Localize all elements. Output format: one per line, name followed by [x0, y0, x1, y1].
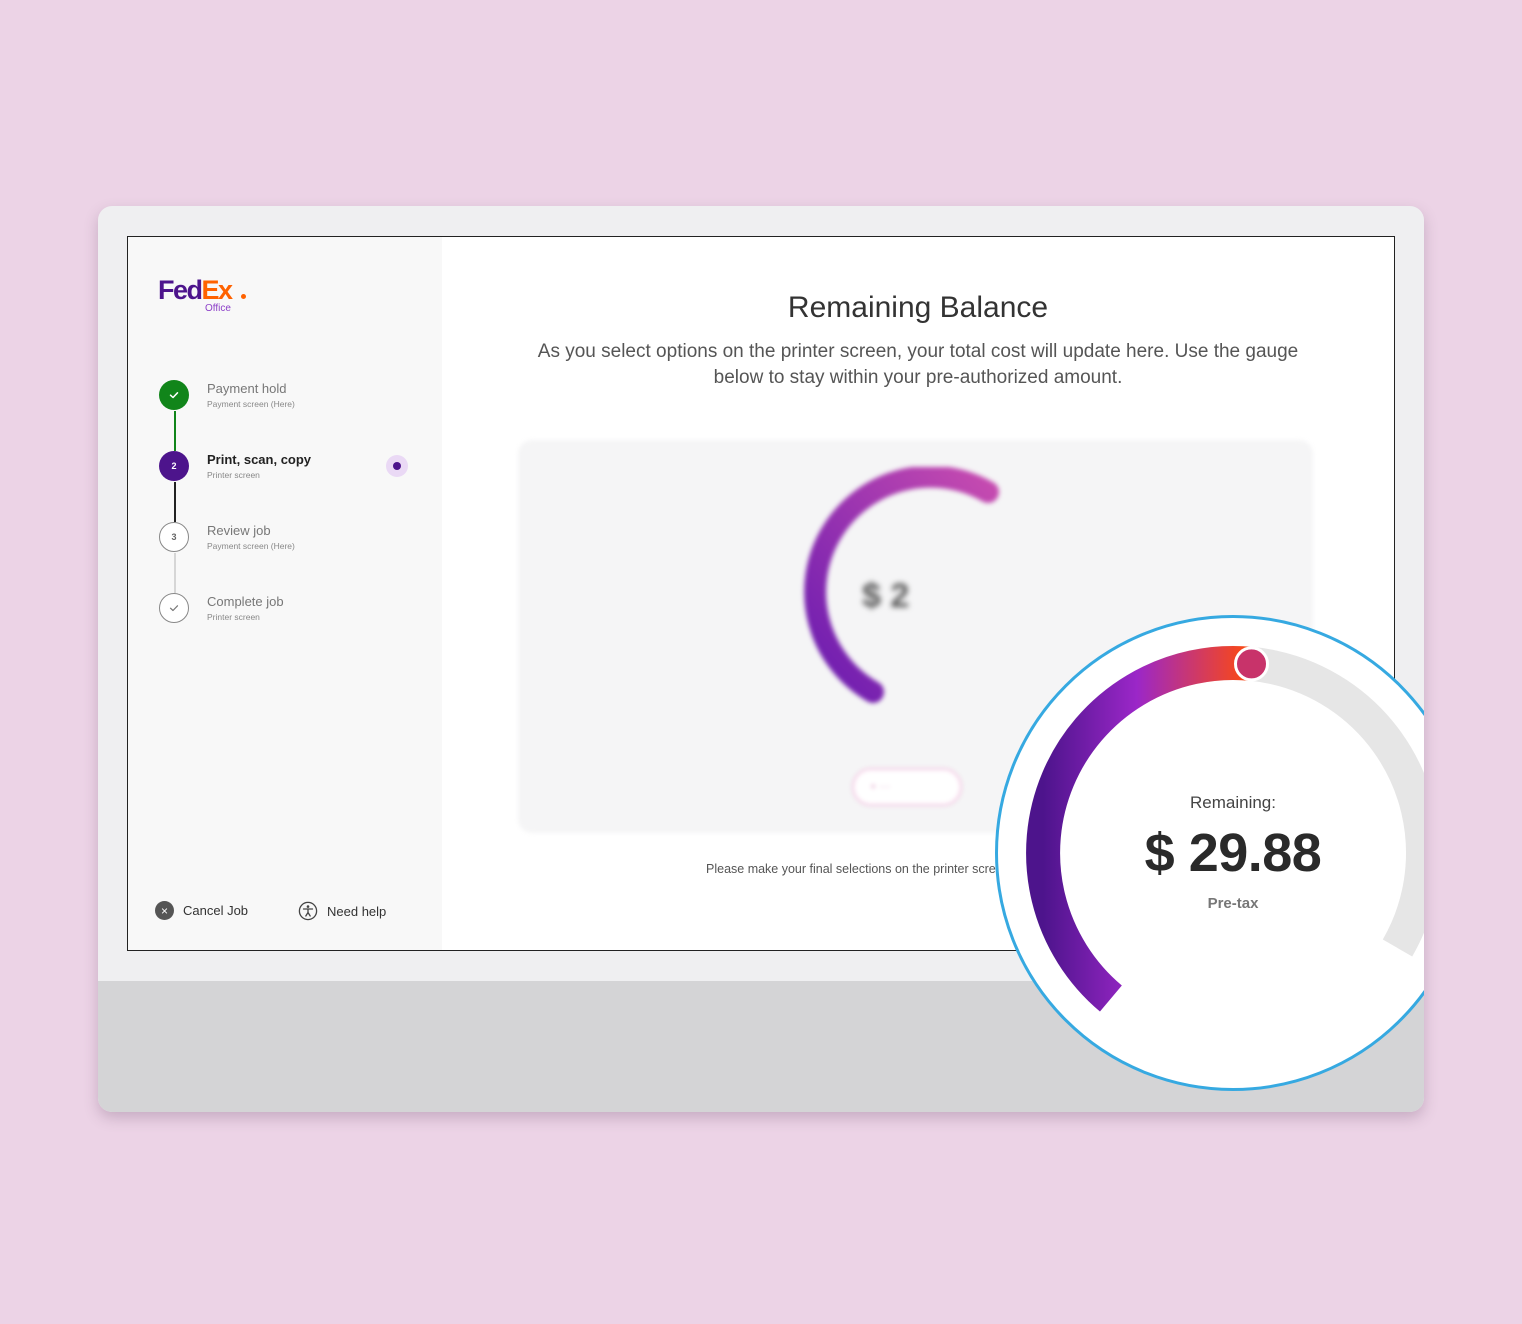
checkmark-icon [169, 605, 179, 612]
final-selection-note: Please make your final selections on the… [706, 862, 1017, 876]
step-number-circle: 3 [159, 522, 189, 552]
logo-subtitle: Office [205, 303, 231, 314]
step-subtitle: Payment screen (Here) [207, 399, 295, 409]
cancel-job-label: Cancel Job [183, 903, 249, 918]
remaining-amount: $ 29.88 [1144, 823, 1322, 883]
fedex-office-logo: FedEx Office [158, 275, 246, 314]
pretax-label: Pre-tax [1207, 895, 1259, 912]
step-subtitle: Printer screen [207, 612, 260, 622]
monitor-frame: FedEx Office Payment hold Payment screen… [98, 206, 1424, 1112]
logo-fed: Fed [158, 275, 203, 305]
need-help-button[interactable]: Need help [298, 901, 386, 921]
blurred-amount: $ 2 [862, 577, 910, 615]
active-step-indicator [386, 455, 408, 477]
gauge-magnifier: Remaining: $ 29.88 Pre-tax [995, 615, 1424, 1091]
step-number-circle: 2 [159, 451, 189, 481]
gauge-handle[interactable] [1234, 646, 1269, 682]
cancel-job-button[interactable]: × Cancel Job [155, 901, 248, 920]
step-title: Payment hold [207, 381, 287, 396]
remaining-label: Remaining: [1190, 793, 1276, 812]
step-complete-circle [159, 380, 189, 410]
step-pending-circle [159, 593, 189, 623]
need-help-label: Need help [327, 903, 387, 919]
logo-registered-mark [241, 294, 246, 299]
sidebar: FedEx Office Payment hold Payment screen… [128, 237, 442, 950]
step-connector-3 [174, 553, 176, 593]
step-connector-2 [174, 482, 176, 522]
step-title: Review job [207, 523, 271, 538]
page-title: Remaining Balance [787, 291, 1049, 324]
checkmark-icon [169, 392, 179, 399]
page-description: As you select options on the printer scr… [537, 341, 1299, 388]
step-subtitle: Payment screen (Here) [207, 541, 295, 551]
step-title: Print, scan, copy [207, 452, 312, 467]
logo-ex: Ex [201, 275, 234, 305]
close-icon: × [155, 901, 174, 920]
step-connector-1 [174, 411, 176, 451]
step-title: Complete job [207, 594, 284, 609]
step-subtitle: Printer screen [207, 470, 260, 480]
blurred-action-button: + ··· [852, 768, 962, 806]
accessibility-icon [298, 901, 318, 921]
